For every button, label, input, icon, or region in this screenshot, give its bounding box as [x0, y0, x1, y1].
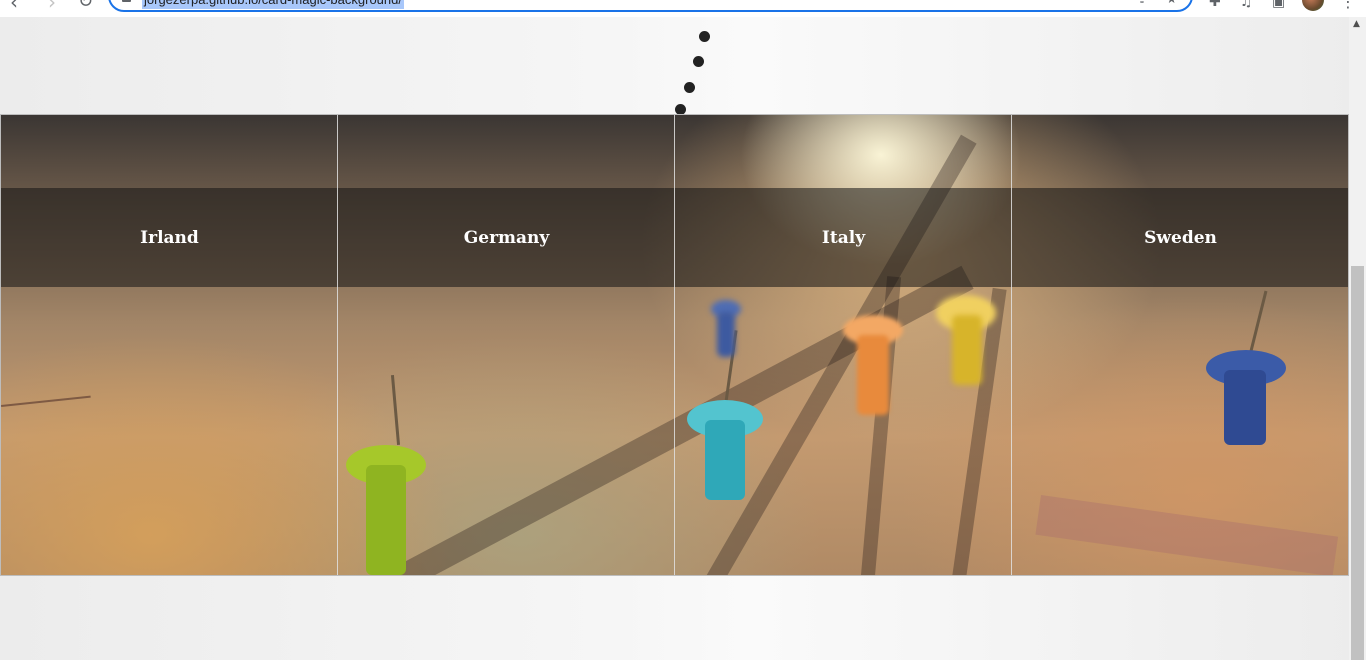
card-divider — [674, 115, 675, 575]
reload-icon[interactable]: ↻ — [78, 0, 93, 12]
card-italy[interactable]: Italy — [675, 188, 1012, 287]
window-icon[interactable]: ▣ — [1272, 0, 1285, 10]
menu-dots-icon[interactable]: ⋮ — [1340, 0, 1356, 11]
country-cards: Irland Germany Italy Sweden — [0, 114, 1349, 576]
loader-dot — [699, 31, 710, 42]
media-control-icon[interactable]: ♫ — [1240, 0, 1253, 10]
browser-toolbar: ‹ › ↻ jorgezerpa.github.io/card-magic-ba… — [0, 0, 1366, 17]
address-bar[interactable]: jorgezerpa.github.io/card-magic-backgrou… — [108, 0, 1193, 12]
map-region — [1035, 495, 1339, 575]
puzzle-icon[interactable]: ✚ — [1209, 0, 1221, 10]
lock-icon[interactable] — [122, 0, 131, 2]
card-sweden[interactable]: Sweden — [1012, 188, 1348, 287]
loader-dot — [684, 82, 695, 93]
card-germany[interactable]: Germany — [338, 188, 675, 287]
card-divider — [1011, 115, 1012, 575]
scrollbar-thumb[interactable] — [1351, 266, 1364, 660]
forward-arrow-icon[interactable]: › — [48, 0, 56, 12]
card-irland[interactable]: Irland — [1, 188, 338, 287]
share-icon[interactable]: ⇪ — [1137, 0, 1147, 6]
avatar[interactable] — [1302, 0, 1324, 11]
back-arrow-icon[interactable]: ‹ — [10, 0, 18, 12]
loader-dot — [693, 56, 704, 67]
scroll-up-arrow-icon[interactable]: ▲ — [1353, 19, 1360, 29]
card-divider — [337, 115, 338, 575]
map-line — [1, 395, 91, 407]
url-text[interactable]: jorgezerpa.github.io/card-magic-backgrou… — [142, 0, 404, 9]
star-icon[interactable]: ★ — [1166, 0, 1177, 6]
